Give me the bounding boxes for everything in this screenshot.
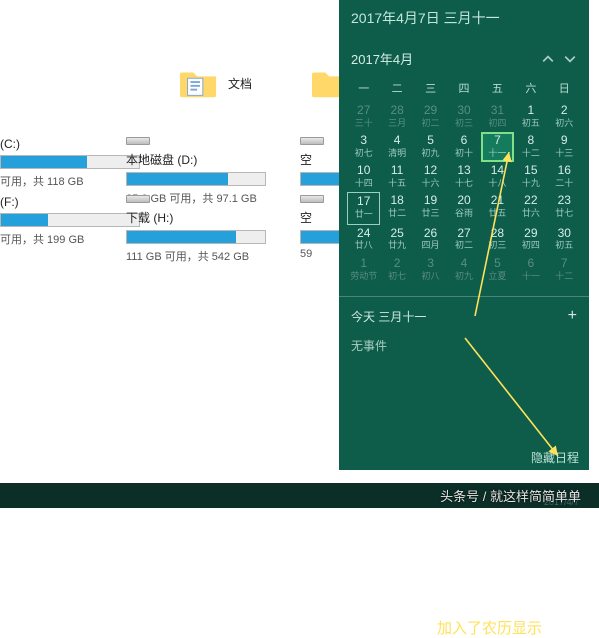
calendar-day[interactable]: 13十七 bbox=[447, 162, 480, 192]
calendar-week-row: 27三十28三月29初二30初三31初四1初五2初六 bbox=[339, 102, 589, 132]
calendar-day[interactable]: 15十九 bbox=[514, 162, 547, 192]
calendar-day[interactable]: 1劳动节 bbox=[347, 255, 380, 285]
drive-usage-bar bbox=[0, 155, 140, 169]
calendar-day[interactable]: 2初七 bbox=[380, 255, 413, 285]
calendar-day[interactable]: 18廿二 bbox=[380, 192, 413, 224]
chevron-down-icon[interactable] bbox=[563, 52, 577, 66]
drive-icon bbox=[126, 137, 150, 145]
calendar-day[interactable]: 23廿七 bbox=[548, 192, 581, 224]
calendar-day[interactable]: 29初二 bbox=[414, 102, 447, 132]
calendar-day[interactable]: 5初九 bbox=[414, 132, 447, 162]
calendar-week-row: 17廿一18廿二19廿三20谷雨21廿五22廿六23廿七 bbox=[339, 192, 589, 224]
calendar-agenda: 今天 三月十一 + 无事件 加入了农历显示 bbox=[339, 296, 589, 364]
calendar-week-row: 1劳动节2初七3初八4初九5立夏6十一7十二 bbox=[339, 255, 589, 285]
calendar-full-date: 2017年4月7日 三月十一 bbox=[339, 0, 589, 39]
drive-name: 本地磁盘 (D:) bbox=[126, 151, 286, 172]
calendar-day[interactable]: 3初八 bbox=[414, 255, 447, 285]
calendar-day[interactable]: 22廿六 bbox=[514, 192, 547, 224]
calendar-day[interactable]: 7十二 bbox=[548, 255, 581, 285]
calendar-day[interactable]: 26四月 bbox=[414, 225, 447, 255]
calendar-day[interactable]: 16二十 bbox=[548, 162, 581, 192]
calendar-month-label[interactable]: 2017年4月 bbox=[351, 49, 413, 68]
calendar-day[interactable]: 17廿一 bbox=[347, 192, 380, 224]
calendar-day[interactable]: 27初二 bbox=[447, 225, 480, 255]
calendar-day[interactable]: 4初九 bbox=[447, 255, 480, 285]
agenda-empty-text: 无事件 bbox=[351, 337, 577, 354]
annotation-text: 加入了农历显示 bbox=[437, 617, 542, 638]
chevron-up-icon[interactable] bbox=[541, 52, 555, 66]
calendar-dow-row: 一二三四五六日 bbox=[339, 76, 589, 102]
folder-documents[interactable]: 文档 bbox=[180, 53, 252, 113]
calendar-dow: 一 bbox=[347, 76, 380, 102]
drive-icon bbox=[126, 195, 150, 203]
calendar-dow: 四 bbox=[447, 76, 480, 102]
calendar-dow: 六 bbox=[514, 76, 547, 102]
calendar-day[interactable]: 20谷雨 bbox=[447, 192, 480, 224]
calendar-week-row: 24廿八25廿九26四月27初二28初三29初四30初五 bbox=[339, 225, 589, 255]
calendar-day[interactable]: 28三月 bbox=[380, 102, 413, 132]
drive-size: 111 GB 可用，共 542 GB bbox=[126, 244, 286, 264]
calendar-day[interactable]: 21廿五 bbox=[481, 192, 514, 224]
folder-icon bbox=[180, 66, 218, 100]
calendar-dow: 三 bbox=[414, 76, 447, 102]
calendar-day[interactable]: 10十四 bbox=[347, 162, 380, 192]
calendar-day[interactable]: 5立夏 bbox=[481, 255, 514, 285]
calendar-day[interactable]: 12十六 bbox=[414, 162, 447, 192]
calendar-day[interactable]: 7十一 bbox=[481, 132, 514, 162]
calendar-day[interactable]: 19廿三 bbox=[414, 192, 447, 224]
calendar-grid: 27三十28三月29初二30初三31初四1初五2初六3初七4清明5初九6初十7十… bbox=[339, 102, 589, 285]
drive-h[interactable]: 下载 (H:) 111 GB 可用，共 542 GB bbox=[126, 195, 286, 264]
drive-usage-bar bbox=[126, 230, 266, 244]
calendar-day[interactable]: 31初四 bbox=[481, 102, 514, 132]
calendar-day[interactable]: 1初五 bbox=[514, 102, 547, 132]
calendar-day[interactable]: 6十一 bbox=[514, 255, 547, 285]
drive-name: 下载 (H:) bbox=[126, 209, 286, 230]
calendar-week-row: 3初七4清明5初九6初十7十一8十二9十三 bbox=[339, 132, 589, 162]
calendar-day[interactable]: 14十八 bbox=[481, 162, 514, 192]
drive-icon bbox=[300, 137, 324, 145]
calendar-day[interactable]: 6初十 bbox=[447, 132, 480, 162]
calendar-day[interactable]: 25廿九 bbox=[380, 225, 413, 255]
drive-usage-bar bbox=[0, 213, 140, 227]
hide-agenda-link[interactable]: 隐藏日程 bbox=[531, 449, 579, 466]
calendar-day[interactable]: 29初四 bbox=[514, 225, 547, 255]
drive-usage-bar bbox=[126, 172, 266, 186]
calendar-day[interactable]: 24廿八 bbox=[347, 225, 380, 255]
calendar-flyout: 2017年4月7日 三月十一 2017年4月 一二三四五六日 27三十28三月2… bbox=[339, 0, 589, 470]
calendar-day[interactable]: 2初六 bbox=[548, 102, 581, 132]
calendar-dow: 二 bbox=[380, 76, 413, 102]
taskbar-clock[interactable]: 2017/4/7 bbox=[544, 497, 579, 507]
calendar-day[interactable]: 9十三 bbox=[548, 132, 581, 162]
calendar-day[interactable]: 8十二 bbox=[514, 132, 547, 162]
calendar-day[interactable]: 30初三 bbox=[447, 102, 480, 132]
drive-icon bbox=[300, 195, 324, 203]
calendar-month-row: 2017年4月 bbox=[339, 39, 589, 76]
agenda-title: 今天 三月十一 bbox=[351, 308, 426, 325]
calendar-day[interactable]: 27三十 bbox=[347, 102, 380, 132]
folder-label: 文档 bbox=[228, 75, 252, 92]
calendar-day[interactable]: 4清明 bbox=[380, 132, 413, 162]
calendar-week-row: 10十四11十五12十六13十七14十八15十九16二十 bbox=[339, 162, 589, 192]
calendar-dow: 五 bbox=[481, 76, 514, 102]
calendar-day[interactable]: 30初五 bbox=[548, 225, 581, 255]
calendar-day[interactable]: 11十五 bbox=[380, 162, 413, 192]
plus-icon[interactable]: + bbox=[568, 307, 577, 325]
calendar-day[interactable]: 28初三 bbox=[481, 225, 514, 255]
calendar-day[interactable]: 3初七 bbox=[347, 132, 380, 162]
calendar-dow: 日 bbox=[548, 76, 581, 102]
